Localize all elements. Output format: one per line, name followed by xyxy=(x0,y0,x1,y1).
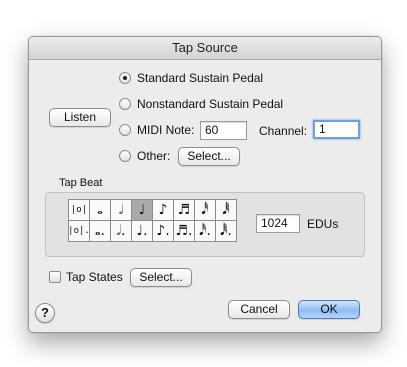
channel-label: Channel: xyxy=(259,124,308,138)
quarter-note-icon[interactable]: ♩ xyxy=(132,200,152,220)
half-note-icon[interactable]: 𝅗𝅥 xyxy=(111,200,131,220)
tap-beat-group: |o| 𝅝 𝅗𝅥 ♩ ♪ ♬ 𝅘𝅥𝅰 𝅘𝅥𝅱 |o|. 𝅝. 𝅗𝅥. ♩. ♪.… xyxy=(45,192,365,257)
thirty-second-note-icon[interactable]: 𝅘𝅥𝅰 xyxy=(195,200,215,220)
edu-field[interactable]: 1024 xyxy=(256,214,300,233)
whole-note-icon[interactable]: 𝅝 xyxy=(90,200,110,220)
tap-states-checkbox[interactable] xyxy=(49,271,61,283)
radio-midi-note[interactable]: MIDI Note: xyxy=(119,122,194,138)
channel-field[interactable]: 1 xyxy=(313,120,360,139)
dotted-quarter-note-icon[interactable]: ♩. xyxy=(132,221,152,241)
radio-indicator[interactable] xyxy=(119,72,131,84)
radio-standard-sustain-pedal[interactable]: Standard Sustain Pedal xyxy=(119,70,263,86)
listen-button[interactable]: Listen xyxy=(49,108,111,127)
eighth-note-icon[interactable]: ♪ xyxy=(153,200,173,220)
tap-beat-label: Tap Beat xyxy=(59,177,103,189)
sixteenth-note-icon[interactable]: ♬ xyxy=(174,200,194,220)
radio-label: Standard Sustain Pedal xyxy=(137,71,264,85)
dotted-sixty-fourth-note-icon[interactable]: 𝅘𝅥𝅱. xyxy=(216,221,236,241)
radio-indicator[interactable] xyxy=(119,98,131,110)
radio-indicator[interactable] xyxy=(119,150,131,162)
midi-note-field[interactable]: 60 xyxy=(200,121,247,140)
dotted-thirty-second-note-icon[interactable]: 𝅘𝅥𝅰. xyxy=(195,221,215,241)
dotted-eighth-note-icon[interactable]: ♪. xyxy=(153,221,173,241)
dotted-sixteenth-note-icon[interactable]: ♬. xyxy=(174,221,194,241)
edu-unit-label: EDUs xyxy=(307,217,339,231)
radio-other[interactable]: Other: xyxy=(119,148,170,164)
tap-states-label: Tap States xyxy=(66,270,123,284)
dotted-double-whole-note-icon[interactable]: |o|. xyxy=(68,221,90,241)
radio-label: Other: xyxy=(137,149,171,163)
tap-source-dialog: Tap Source Listen Standard Sustain Pedal… xyxy=(28,36,382,333)
radio-label: MIDI Note: xyxy=(137,123,195,137)
ok-button[interactable]: OK xyxy=(298,300,360,319)
help-button[interactable]: ? xyxy=(35,303,55,323)
cancel-button[interactable]: Cancel xyxy=(228,300,290,319)
radio-nonstandard-sustain-pedal[interactable]: Nonstandard Sustain Pedal xyxy=(119,96,283,112)
tap-states-select-button[interactable]: Select... xyxy=(130,268,192,287)
radio-indicator[interactable] xyxy=(119,124,131,136)
dotted-whole-note-icon[interactable]: 𝅝. xyxy=(90,221,110,241)
other-select-button[interactable]: Select... xyxy=(178,147,240,166)
sixty-fourth-note-icon[interactable]: 𝅘𝅥𝅱 xyxy=(216,200,236,220)
note-duration-palette: |o| 𝅝 𝅗𝅥 ♩ ♪ ♬ 𝅘𝅥𝅰 𝅘𝅥𝅱 |o|. 𝅝. 𝅗𝅥. ♩. ♪.… xyxy=(68,199,237,242)
double-whole-note-icon[interactable]: |o| xyxy=(69,200,89,220)
dialog-title: Tap Source xyxy=(29,37,381,60)
radio-label: Nonstandard Sustain Pedal xyxy=(137,97,284,111)
dotted-half-note-icon[interactable]: 𝅗𝅥. xyxy=(111,221,131,241)
